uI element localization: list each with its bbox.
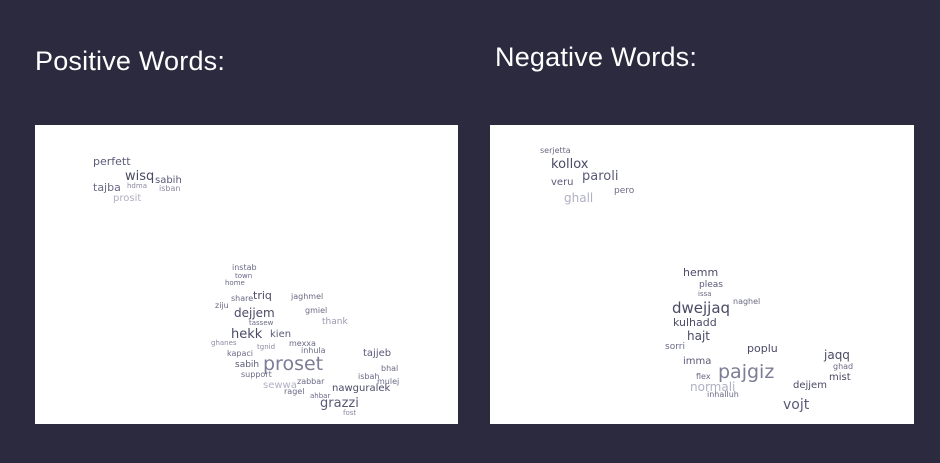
cloud-word: flex [696,372,711,381]
cloud-word: proset [263,353,324,375]
cloud-word: sorri [665,342,685,352]
cloud-word: ghall [564,191,594,205]
cloud-word: tgnid [257,343,276,351]
cloud-word: pero [614,186,635,196]
cloud-word: zabbar [297,377,325,386]
cloud-word: inhalluh [707,390,739,399]
cloud-word: thank [322,317,348,327]
cloud-word: triq [253,289,272,302]
cloud-word: home [225,279,245,287]
cloud-word: isban [159,184,181,193]
cloud-word: dwejjaq [672,299,731,317]
cloud-word: mulej [377,377,400,386]
cloud-word: veru [551,177,574,188]
cloud-word: kulhadd [673,316,717,329]
cloud-word: dejjem [234,306,275,320]
cloud-word: ziju [215,301,229,310]
cloud-word: ragel [284,387,305,396]
cloud-word: imma [683,356,712,367]
negative-words-heading: Negative Words: [495,42,698,72]
positive-word-cloud: perfett wisq sabih tajba hdma isban pros… [35,125,458,424]
cloud-word: issa [698,290,712,298]
cloud-word: tassew [249,319,274,327]
cloud-word: vojt [783,397,810,413]
cloud-word: prosit [113,193,142,204]
cloud-word: mist [829,372,851,383]
cloud-word: bhal [381,364,399,373]
cloud-word: pleas [699,280,723,290]
cloud-word: inhula [301,346,326,355]
cloud-word: kapaci [227,349,253,358]
cloud-word: ahbar [310,392,331,400]
cloud-word: hemm [683,266,719,279]
cloud-word: gmiel [305,306,328,315]
cloud-word: tajjeb [363,348,392,359]
cloud-word: tajba [93,181,121,194]
cloud-word: hdma [127,182,147,190]
cloud-word: hajt [687,329,710,343]
cloud-word: ghanes [211,339,237,347]
cloud-word: fost [343,409,357,417]
cloud-word: naghel [733,297,761,306]
cloud-word: perfett [93,155,131,168]
cloud-word: sabih [235,360,260,370]
cloud-word: serjetta [540,146,571,155]
positive-words-heading: Positive Words: [35,46,226,76]
cloud-word: dejjem [793,380,827,391]
cloud-word: share [231,294,254,303]
negative-word-cloud: serjetta kollox paroli veru ghall pero h… [490,125,914,424]
cloud-word: jaqq [824,348,850,362]
cloud-word: ghad [833,362,854,371]
cloud-word: support [241,370,272,379]
cloud-word: paroli [582,169,619,184]
cloud-word: jaghmel [291,292,324,301]
cloud-word: kien [270,329,292,340]
cloud-word: instab [232,263,257,272]
cloud-word: poplu [747,342,778,355]
